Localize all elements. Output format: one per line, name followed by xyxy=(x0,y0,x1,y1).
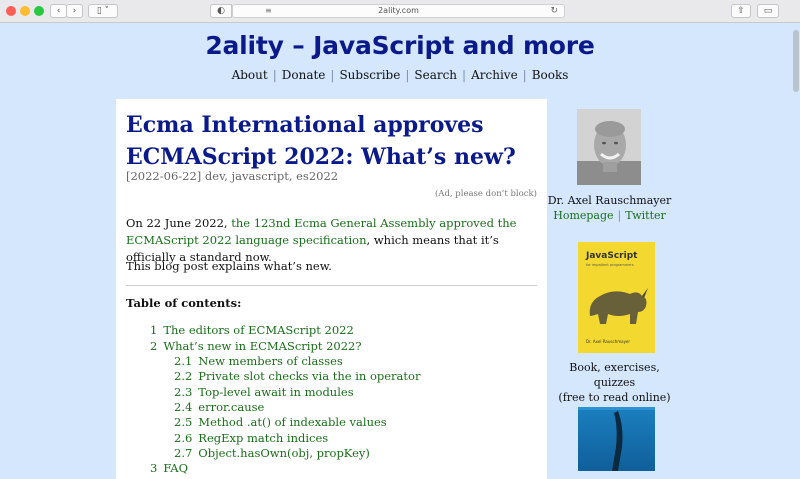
toc-item[interactable]: 2.6 RegExp match indices xyxy=(174,431,328,445)
toc-item[interactable]: 1 The editors of ECMAScript 2022 xyxy=(150,323,354,337)
diver-icon xyxy=(578,407,655,471)
chevron-right-icon: › xyxy=(72,6,77,16)
nav-separator: | xyxy=(522,68,527,82)
nav-books[interactable]: Books xyxy=(532,68,569,82)
sidebar: Dr. Axel Rauschmayer Homepage | Twitter Ja… xyxy=(547,99,725,471)
minimize-window-button[interactable] xyxy=(20,6,30,16)
twitter-link[interactable]: Twitter xyxy=(625,209,666,222)
toc-number: 2.7 xyxy=(174,446,193,460)
forward-button[interactable]: › xyxy=(66,4,83,18)
homepage-link[interactable]: Homepage xyxy=(553,209,613,222)
book-caption-line: (free to read online) xyxy=(558,391,671,404)
toc-item[interactable]: 3 FAQ xyxy=(150,461,188,475)
summary-paragraph: This blog post explains what’s new. xyxy=(126,259,332,273)
toc-number: 2.3 xyxy=(174,385,193,399)
toc-number: 2.2 xyxy=(174,369,193,383)
tabs-button[interactable]: ▭ xyxy=(757,4,779,18)
address-bar[interactable]: ≡ 2ality.com ↻ xyxy=(232,4,565,18)
nav-separator: | xyxy=(272,68,277,82)
toc-text: The editors of ECMAScript 2022 xyxy=(163,323,354,337)
reload-icon[interactable]: ↻ xyxy=(550,5,558,17)
toc-item[interactable]: 2.7 Object.hasOwn(obj, propKey) xyxy=(174,446,370,460)
back-button[interactable]: ‹ xyxy=(50,4,67,18)
book-caption-line: Book, exercises, quizzes xyxy=(569,361,660,389)
toc-number: 3 xyxy=(150,461,158,475)
toc-number: 2.5 xyxy=(174,415,193,429)
author-links: Homepage | Twitter xyxy=(547,209,672,222)
nav-separator: | xyxy=(462,68,467,82)
share-icon: ⇧ xyxy=(737,6,745,16)
toc-item[interactable]: 2.1 New members of classes xyxy=(174,354,343,368)
toc-text: RegExp match indices xyxy=(198,431,329,445)
address-url: 2ality.com xyxy=(378,6,419,15)
nav-separator: | xyxy=(405,68,410,82)
article-title[interactable]: Ecma International approves ECMAScript 2… xyxy=(126,109,536,173)
nav-subscribe[interactable]: Subscribe xyxy=(339,68,400,82)
close-window-button[interactable] xyxy=(6,6,16,16)
deep-javascript-cover[interactable] xyxy=(578,407,655,471)
author-photo[interactable] xyxy=(577,109,641,185)
toc-item[interactable]: 2.4 error.cause xyxy=(174,400,264,414)
rhino-icon xyxy=(589,288,648,324)
article-meta: [2022-06-22] dev, javascript, es2022 xyxy=(126,169,339,183)
nav-archive[interactable]: Archive xyxy=(471,68,518,82)
nav-search[interactable]: Search xyxy=(414,68,457,82)
sidebar-toggle-button[interactable]: ▯ ˅ xyxy=(88,4,118,18)
sidebar-icon: ▯ ˅ xyxy=(96,6,110,16)
toc-number: 2.1 xyxy=(174,354,193,368)
book-caption: Book, exercises, quizzes (free to read o… xyxy=(547,360,682,405)
reader-icon: ◐ xyxy=(217,6,225,16)
toc-item[interactable]: 2.3 Top-level await in modules xyxy=(174,385,354,399)
nav-donate[interactable]: Donate xyxy=(282,68,326,82)
author-name: Dr. Axel Rauschmayer xyxy=(547,194,672,207)
site-nav: About | Donate | Subscribe | Search | Archive | Bo… xyxy=(0,68,800,82)
nav-about[interactable]: About xyxy=(232,68,268,82)
toc-text: FAQ xyxy=(163,461,189,475)
toc-number: 2 xyxy=(150,339,158,353)
toc-text: Private slot checks via the in operator xyxy=(198,369,421,383)
toc-number: 1 xyxy=(150,323,158,337)
browser-toolbar: ‹ › ▯ ˅ ◐ ≡ 2ality.com ↻ ⇧ ▭ xyxy=(0,0,800,23)
toc-text: New members of classes xyxy=(198,354,343,368)
zoom-window-button[interactable] xyxy=(34,6,44,16)
site-title[interactable]: 2ality – JavaScript and more xyxy=(0,31,800,60)
book-cover[interactable]: JavaScript for impatient programmers Dr.… xyxy=(578,242,655,353)
toc-text: Object.hasOwn(obj, propKey) xyxy=(198,446,370,460)
share-button[interactable]: ⇧ xyxy=(731,4,751,18)
toc-item[interactable]: 2 What’s new in ECMAScript 2022? xyxy=(150,339,362,353)
toc-text: Top-level await in modules xyxy=(198,385,354,399)
chevron-left-icon: ‹ xyxy=(56,6,61,16)
toc-number: 2.4 xyxy=(174,400,193,414)
reader-mode-button[interactable]: ◐ xyxy=(210,4,232,18)
book-subtitle: for impatient programmers xyxy=(586,263,634,267)
link-separator: | xyxy=(617,209,622,222)
toc-heading: Table of contents: xyxy=(126,296,242,310)
book-author: Dr. Axel Rauschmayer xyxy=(586,339,631,344)
toc-item[interactable]: 2.5 Method .at() of indexable values xyxy=(174,415,387,429)
article-panel: Ecma International approves ECMAScript 2… xyxy=(116,99,547,479)
toc-text: Method .at() of indexable values xyxy=(198,415,387,429)
toc-text: error.cause xyxy=(198,400,265,414)
book-title: JavaScript xyxy=(586,251,638,261)
ad-note: (Ad, please don’t block) xyxy=(434,189,537,199)
tabs-icon: ▭ xyxy=(763,6,773,16)
toc-item[interactable]: 2.2 Private slot checks via the in operat… xyxy=(174,369,420,383)
toc-text: What’s new in ECMAScript 2022? xyxy=(163,339,362,353)
intro-text: On 22 June 2022, xyxy=(126,216,232,230)
toc-number: 2.6 xyxy=(174,431,193,445)
divider xyxy=(126,285,537,286)
nav-separator: | xyxy=(330,68,335,82)
